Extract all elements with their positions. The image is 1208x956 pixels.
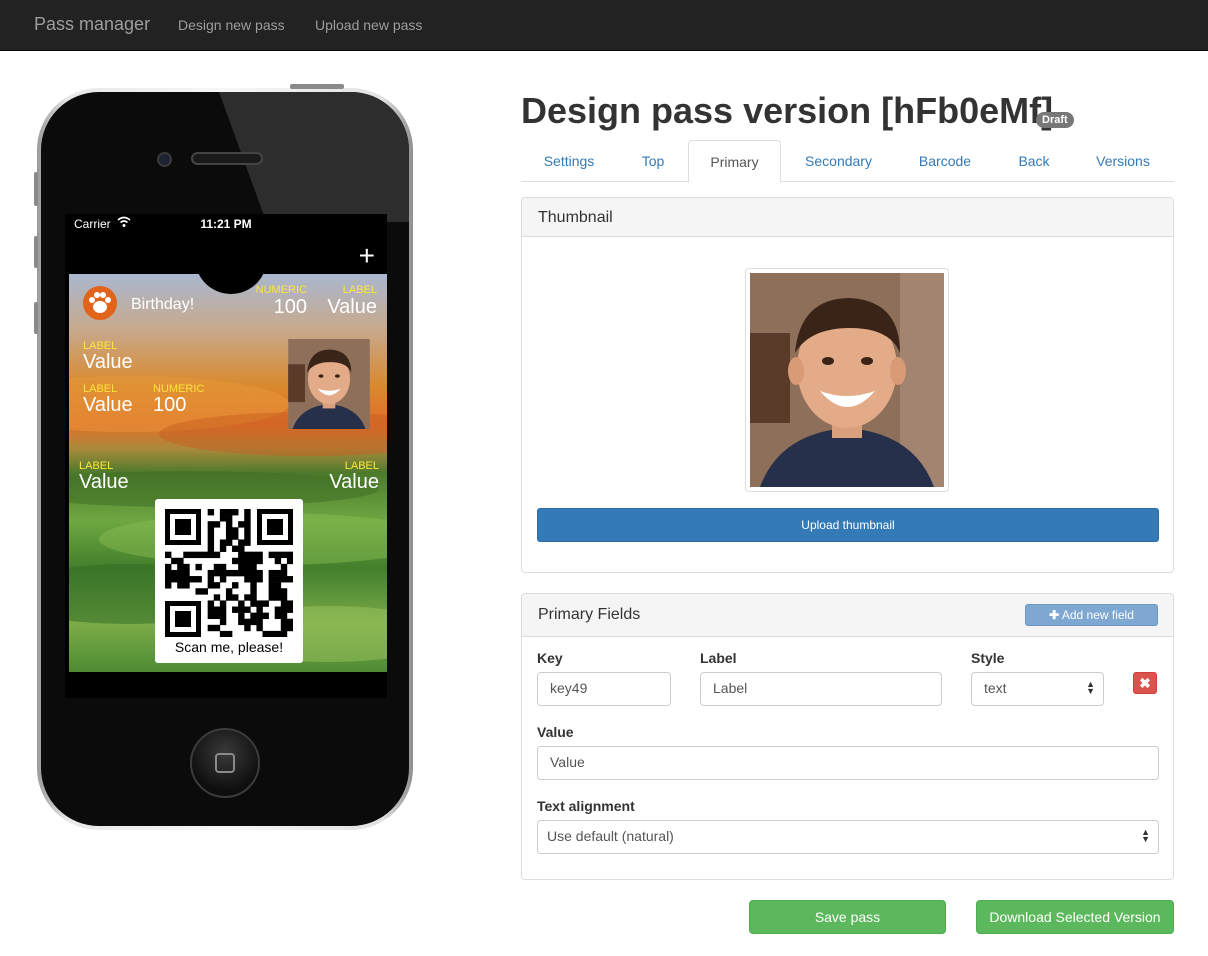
thumbnail-image [750, 273, 944, 487]
nav-upload-new-pass[interactable]: Upload new pass [315, 17, 422, 33]
phone-mute-switch [34, 172, 38, 206]
pass-logo-text: Birthday! [131, 296, 195, 313]
plus-icon: ✚ [1049, 608, 1060, 622]
phone-preview: Carrier 11:21 PM + Birthday! NUMERIC 100… [34, 84, 413, 830]
thumbnail-frame [745, 268, 949, 492]
key-input[interactable]: key49 [537, 672, 671, 706]
status-time: 11:21 PM [200, 217, 252, 231]
save-pass-button[interactable]: Save pass [749, 900, 946, 934]
barcode-caption: Scan me, please! [174, 639, 284, 655]
nav-design-new-pass[interactable]: Design new pass [178, 17, 285, 33]
barcode-box: Scan me, please! [155, 499, 303, 663]
header-field-label: LABEL [342, 284, 377, 296]
phone-sleep-button [290, 84, 344, 89]
label-label: Label [700, 650, 737, 666]
secondary-field-value: Value [83, 394, 133, 416]
phone-volume-up [34, 236, 38, 268]
style-select-value: text [984, 680, 1007, 696]
add-pass-icon[interactable]: + [359, 242, 375, 270]
header-field-label: NUMERIC [255, 284, 307, 296]
status-badge: Draft [1036, 112, 1074, 128]
phone-screen: Carrier 11:21 PM + Birthday! NUMERIC 100… [65, 214, 387, 698]
tab-primary[interactable]: Primary [688, 140, 781, 183]
auxiliary-field-value: Value [79, 471, 129, 493]
header-field-value: 100 [273, 296, 307, 318]
navbar: Pass manager Design new pass Upload new … [0, 0, 1208, 51]
page-title: Design pass version [hFb0eMf] [521, 90, 1054, 131]
tab-secondary[interactable]: Secondary [791, 140, 886, 182]
key-label: Key [537, 650, 563, 666]
header-field-value: Value [327, 296, 377, 318]
auxiliary-field-value: Value [329, 471, 379, 493]
tab-settings[interactable]: Settings [529, 140, 609, 182]
panel-title: Primary Fields [538, 606, 641, 623]
phone-volume-down [34, 302, 38, 334]
pass-card: Birthday! NUMERIC 100 LABEL Value LABEL … [69, 274, 387, 672]
tab-back[interactable]: Back [1005, 140, 1063, 182]
primary-field-value: Value [83, 351, 133, 373]
upload-thumbnail-button[interactable]: Upload thumbnail [537, 508, 1159, 542]
tab-versions[interactable]: Versions [1083, 140, 1163, 182]
label-input[interactable]: Label [700, 672, 942, 706]
tab-top[interactable]: Top [621, 140, 685, 182]
home-square-icon [215, 753, 235, 773]
select-arrows-icon: ▲ ▼ [1141, 827, 1150, 844]
style-label: Style [971, 650, 1005, 666]
panel-heading: Thumbnail [522, 198, 1173, 237]
phone-body: Carrier 11:21 PM + Birthday! NUMERIC 100… [41, 92, 409, 826]
brand-link[interactable]: Pass manager [34, 14, 150, 35]
style-select[interactable]: text ▲ ▼ [971, 672, 1104, 706]
download-version-button[interactable]: Download Selected Version [976, 900, 1174, 934]
add-new-field-button[interactable]: ✚ Add new field [1025, 604, 1158, 626]
thumbnail-panel: Thumbnail Upload thumbnail [521, 197, 1174, 573]
pass-thumbnail-image [284, 339, 374, 429]
tab-barcode[interactable]: Barcode [905, 140, 985, 182]
tab-bar: Settings Top Primary Secondary Barcode B… [521, 140, 1174, 183]
value-input[interactable]: Value [537, 746, 1159, 780]
paw-icon [83, 286, 117, 320]
text-alignment-value: Use default (natural) [547, 828, 674, 844]
remove-field-button[interactable]: ✖ [1133, 672, 1157, 694]
status-bar: Carrier 11:21 PM [65, 214, 387, 232]
panel-title: Thumbnail [538, 209, 613, 226]
home-button[interactable] [190, 728, 260, 798]
camera-icon [157, 152, 172, 167]
secondary-field-value: 100 [153, 394, 187, 416]
primary-fields-panel: Primary Fields ✚ Add new field Key key49… [521, 593, 1174, 880]
value-label: Value [537, 724, 574, 740]
qr-code-icon [165, 509, 293, 637]
select-arrows-icon: ▲ ▼ [1086, 679, 1095, 696]
panel-heading: Primary Fields ✚ Add new field [522, 594, 1173, 637]
text-alignment-select[interactable]: Use default (natural) ▲ ▼ [537, 820, 1159, 854]
speaker-grille [191, 152, 263, 165]
add-new-field-label: Add new field [1061, 608, 1134, 622]
text-alignment-label: Text alignment [537, 798, 635, 814]
